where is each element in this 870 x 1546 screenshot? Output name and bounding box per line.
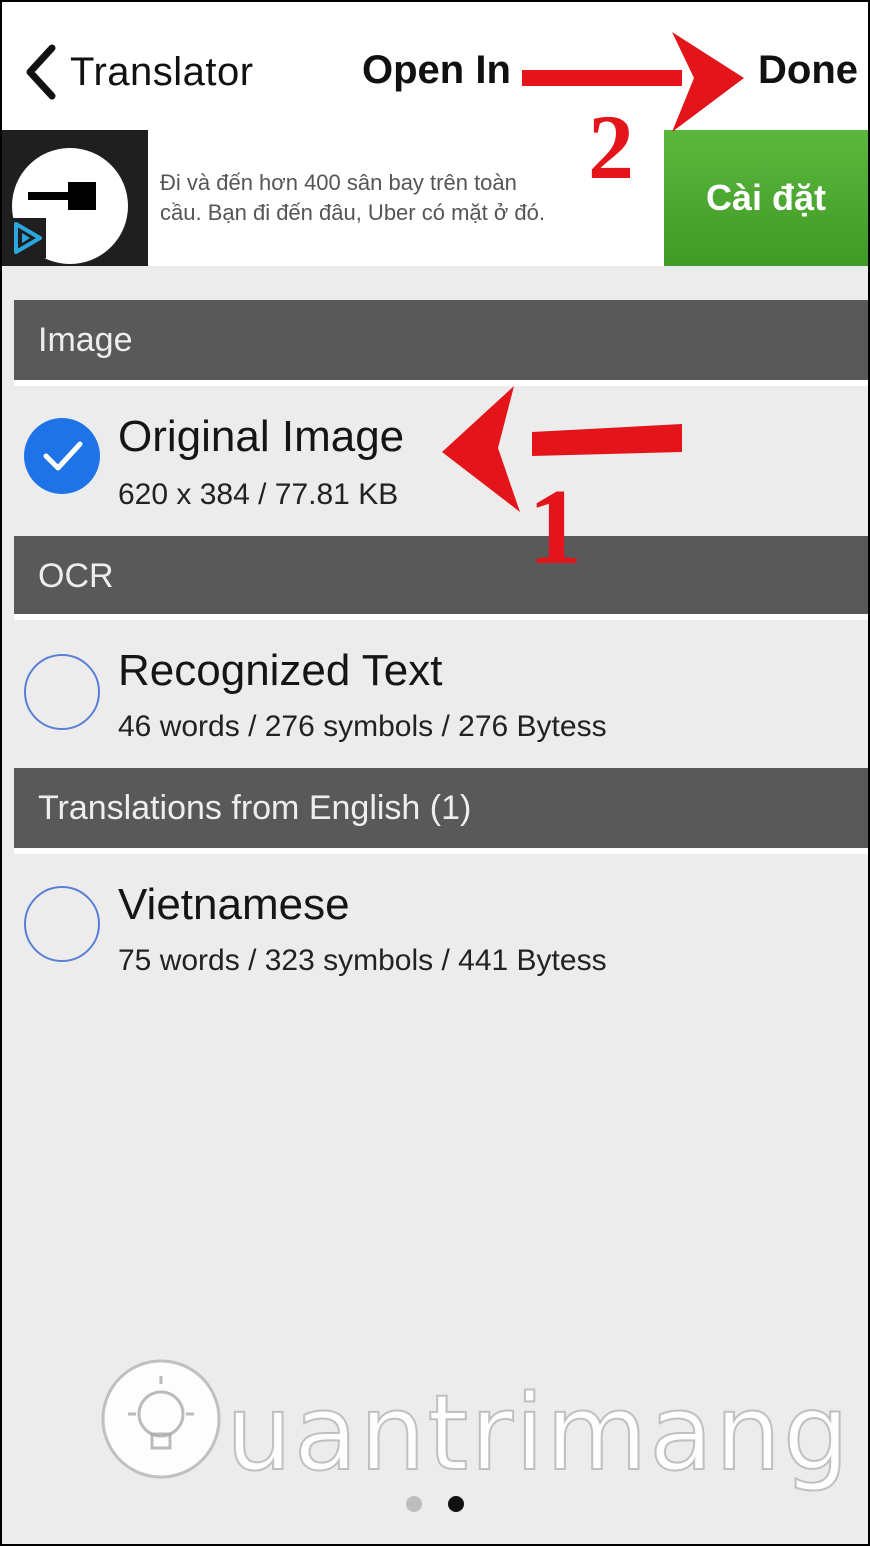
- section-header-image: Image: [14, 300, 868, 380]
- radio-unchecked-icon[interactable]: [24, 654, 100, 730]
- page-title: Open In: [362, 48, 511, 92]
- ad-choices-icon[interactable]: [8, 218, 46, 258]
- ad-banner[interactable]: Đi và đến hơn 400 sân bay trên toàn cầu.…: [2, 130, 868, 266]
- page-dot[interactable]: [406, 1496, 422, 1512]
- option-title: Original Image: [118, 412, 405, 461]
- option-original-image[interactable]: Original Image 620 x 384 / 77.81 KB: [14, 386, 868, 532]
- checkmark-icon: [43, 441, 83, 471]
- spacer: [2, 266, 868, 300]
- navigation-bar: Translator Open In Done: [2, 2, 868, 130]
- page-dot-active[interactable]: [448, 1496, 464, 1512]
- ad-text-line2: cầu. Bạn đi đến đâu, Uber có mặt ở đó.: [160, 200, 545, 225]
- option-title: Recognized Text: [118, 646, 443, 695]
- option-subtitle: 46 words / 276 symbols / 276 Bytess: [118, 710, 607, 743]
- back-label: Translator: [70, 49, 254, 94]
- section-header-ocr: OCR: [14, 536, 868, 616]
- watermark: uantrimang: [96, 1354, 850, 1495]
- lightbulb-icon: [101, 1359, 221, 1479]
- section-header-translations: Translations from English (1): [14, 768, 868, 848]
- watermark-text: uantrimang: [225, 1371, 851, 1495]
- uber-logo: [2, 130, 148, 266]
- step-number-2: 2: [588, 96, 634, 198]
- step-number-1: 1: [528, 468, 582, 587]
- option-subtitle: 75 words / 323 symbols / 441 Bytess: [118, 944, 607, 977]
- checkmark-radio-icon[interactable]: [24, 418, 100, 494]
- option-vietnamese[interactable]: Vietnamese 75 words / 323 symbols / 441 …: [14, 854, 868, 1000]
- page-indicator: [2, 1496, 868, 1512]
- app-screen: Translator Open In Done Đi và đến hơn 40…: [0, 0, 870, 1546]
- section-header-label: Image: [38, 320, 133, 359]
- section-header-label: Translations from English (1): [38, 788, 472, 827]
- option-title: Vietnamese: [118, 880, 350, 929]
- option-recognized-text[interactable]: Recognized Text 46 words / 276 symbols /…: [14, 620, 868, 766]
- chevron-left-icon: [26, 44, 56, 100]
- back-button[interactable]: Translator: [20, 42, 254, 102]
- section-header-label: OCR: [38, 556, 114, 595]
- option-subtitle: 620 x 384 / 77.81 KB: [118, 478, 399, 511]
- radio-unchecked-icon[interactable]: [24, 886, 100, 962]
- ad-text: Đi và đến hơn 400 sân bay trên toàn cầu.…: [160, 168, 650, 228]
- ad-text-line1: Đi và đến hơn 400 sân bay trên toàn: [160, 170, 517, 195]
- done-button[interactable]: Done: [758, 48, 858, 93]
- install-button[interactable]: Cài đặt: [664, 130, 868, 266]
